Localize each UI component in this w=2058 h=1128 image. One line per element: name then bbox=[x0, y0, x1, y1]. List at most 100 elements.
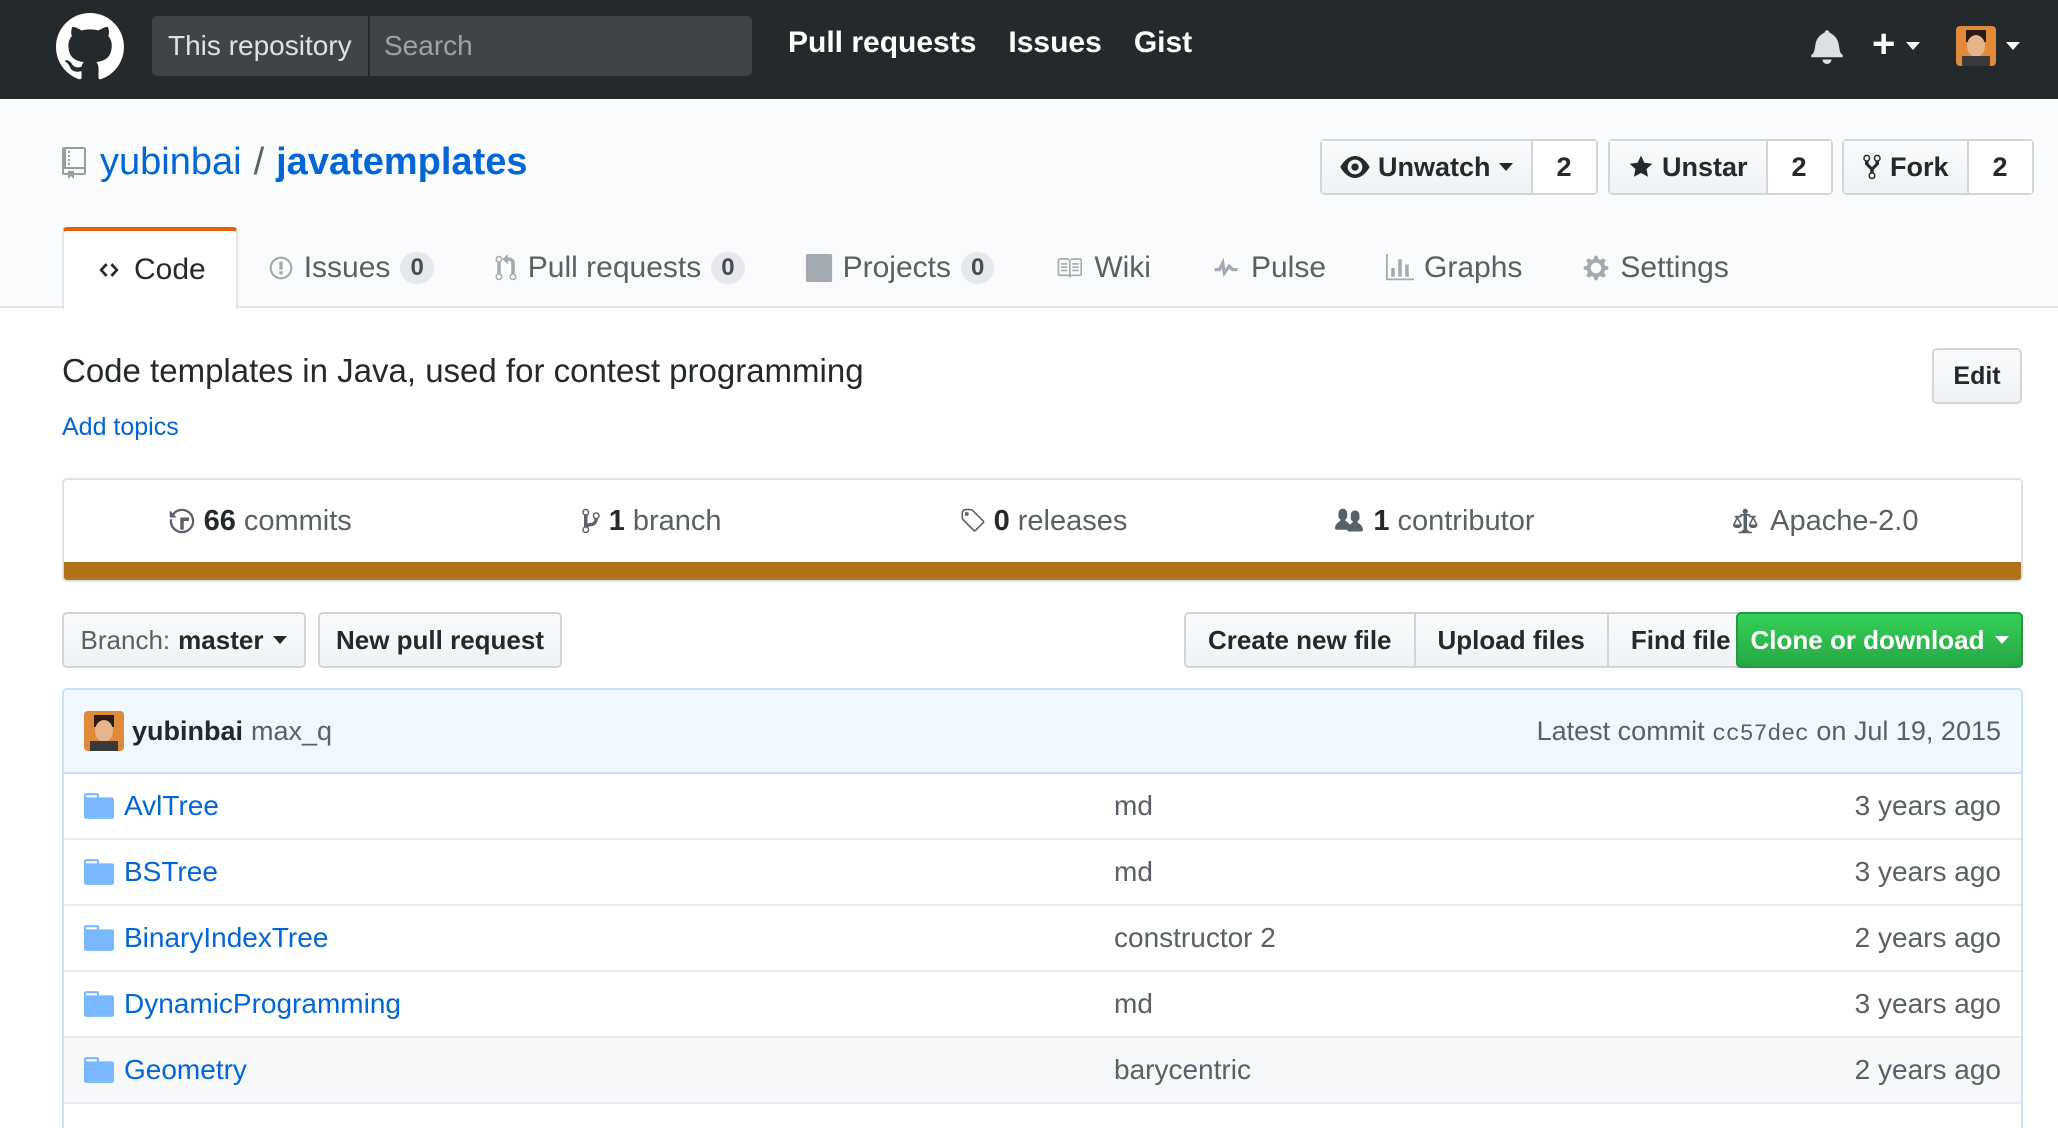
tab-projects-label: Projects bbox=[842, 251, 951, 284]
avatar-face-icon bbox=[1956, 26, 1996, 66]
releases-link[interactable]: 0 releases bbox=[847, 505, 1238, 538]
file-age: 3 years ago bbox=[1854, 988, 2001, 1019]
fork-button[interactable]: Fork bbox=[1844, 141, 1969, 193]
folder-icon bbox=[84, 793, 114, 819]
contributors-link[interactable]: 1 contributor bbox=[1238, 505, 1629, 538]
watch-group: Unwatch 2 bbox=[1320, 139, 1598, 195]
commit-message-link[interactable]: max_q bbox=[251, 716, 332, 747]
git-pull-request-icon bbox=[495, 254, 517, 281]
plus-caret-icon[interactable] bbox=[1906, 42, 1920, 50]
file-commit-message[interactable]: md bbox=[1114, 856, 1855, 888]
create-new-file-button[interactable]: Create new file bbox=[1186, 614, 1416, 666]
tab-issues-label: Issues bbox=[303, 251, 391, 284]
tab-graphs-label: Graphs bbox=[1424, 251, 1523, 284]
commit-tease: yubinbai max_q Latest commit cc57dec on … bbox=[64, 690, 2021, 774]
tab-settings[interactable]: Settings bbox=[1552, 227, 1758, 309]
branch-caret-icon bbox=[273, 636, 288, 644]
tab-pull-requests-label: Pull requests bbox=[527, 251, 702, 284]
tab-pulse[interactable]: Pulse bbox=[1181, 227, 1356, 309]
file-name-link[interactable]: Geometry bbox=[124, 1054, 1114, 1086]
file-age: 3 years ago bbox=[1854, 790, 2001, 821]
commits-label: commits bbox=[243, 504, 352, 537]
tab-wiki[interactable]: Wiki bbox=[1024, 227, 1181, 309]
file-commit-message[interactable]: md bbox=[1114, 790, 1855, 822]
file-name-link[interactable]: BSTree bbox=[124, 856, 1114, 888]
tab-issues[interactable]: Issues 0 bbox=[238, 227, 464, 309]
file-row: DynamicProgramming md 3 years ago bbox=[64, 972, 2021, 1038]
contributor-label: contributor bbox=[1397, 504, 1535, 537]
unstar-button[interactable]: Unstar bbox=[1610, 141, 1768, 193]
clone-or-download-button[interactable]: Clone or download bbox=[1736, 612, 2023, 668]
contributor-count: 1 bbox=[1373, 504, 1390, 537]
commits-link[interactable]: 66 commits bbox=[64, 505, 455, 538]
star-icon bbox=[1629, 155, 1653, 177]
project-icon bbox=[805, 254, 832, 282]
file-name-link[interactable]: BinaryIndexTree bbox=[124, 922, 1114, 954]
user-avatar[interactable] bbox=[1956, 26, 1996, 66]
tab-code[interactable]: Code bbox=[62, 227, 238, 309]
avatar-caret-icon[interactable] bbox=[2006, 42, 2020, 50]
projects-counter: 0 bbox=[960, 252, 995, 284]
license-link[interactable]: Apache-2.0 bbox=[1630, 505, 2021, 538]
file-name-link[interactable]: AvlTree bbox=[124, 790, 1114, 822]
file-commit-message[interactable]: constructor 2 bbox=[1114, 922, 1855, 954]
unwatch-button[interactable]: Unwatch bbox=[1322, 141, 1533, 193]
book-icon bbox=[1057, 258, 1083, 278]
commit-sha-link[interactable]: cc57dec bbox=[1712, 721, 1809, 747]
latest-commit-label: Latest commit bbox=[1536, 715, 1705, 746]
latest-commit-info: Latest commit cc57dec on Jul 19, 2015 bbox=[1537, 716, 2001, 747]
repo-title: yubinbai / javatemplates bbox=[62, 141, 528, 184]
branch-select-value: master bbox=[178, 624, 264, 655]
tag-icon bbox=[961, 508, 985, 532]
branch-count: 1 bbox=[608, 504, 625, 537]
file-commit-message[interactable]: barycentric bbox=[1114, 1054, 1855, 1086]
header-nav-gist[interactable]: Gist bbox=[1134, 26, 1192, 60]
search-box: This repository bbox=[152, 16, 752, 76]
star-group: Unstar 2 bbox=[1608, 139, 1833, 195]
releases-label: releases bbox=[1017, 504, 1128, 537]
commit-author-avatar[interactable] bbox=[84, 711, 124, 751]
code-icon bbox=[99, 263, 119, 277]
clone-or-download-label: Clone or download bbox=[1750, 624, 1985, 655]
fork-count[interactable]: 2 bbox=[1968, 141, 2032, 193]
tab-projects[interactable]: Projects 0 bbox=[775, 227, 1025, 309]
tab-pull-requests[interactable]: Pull requests 0 bbox=[464, 227, 775, 309]
fork-group: Fork 2 bbox=[1842, 139, 2034, 195]
branch-select-button[interactable]: Branch: master bbox=[62, 612, 306, 668]
tab-settings-label: Settings bbox=[1620, 251, 1729, 284]
tab-graphs[interactable]: Graphs bbox=[1356, 227, 1552, 309]
repo-name-link[interactable]: javatemplates bbox=[276, 141, 527, 184]
file-commit-message[interactable]: md bbox=[1114, 988, 1855, 1020]
repo-path-separator: / bbox=[253, 141, 265, 183]
commit-author-link[interactable]: yubinbai bbox=[132, 716, 243, 747]
unstar-label: Unstar bbox=[1662, 151, 1748, 182]
watch-count[interactable]: 2 bbox=[1532, 141, 1596, 193]
watch-caret-icon bbox=[1498, 163, 1513, 171]
bell-icon[interactable] bbox=[1810, 28, 1844, 64]
folder-icon bbox=[84, 991, 114, 1017]
add-topics-link[interactable]: Add topics bbox=[62, 413, 179, 442]
branches-link[interactable]: 1 branch bbox=[455, 505, 846, 538]
issues-counter: 0 bbox=[400, 252, 434, 284]
gear-icon bbox=[1584, 255, 1609, 281]
header-nav-pull-requests[interactable]: Pull requests bbox=[788, 26, 976, 60]
star-count[interactable]: 2 bbox=[1767, 141, 1831, 193]
github-logo-icon[interactable] bbox=[56, 13, 124, 81]
edit-description-button[interactable]: Edit bbox=[1932, 348, 2022, 404]
file-row: Geometry barycentric 2 years ago bbox=[64, 1038, 2021, 1104]
language-bar[interactable] bbox=[64, 562, 2021, 580]
upload-files-button[interactable]: Upload files bbox=[1416, 614, 1609, 666]
file-row: BinaryIndexTree constructor 2 2 years ag… bbox=[64, 906, 2021, 972]
search-input[interactable] bbox=[370, 16, 752, 76]
new-pull-request-button[interactable]: New pull request bbox=[318, 612, 562, 668]
repo-owner-link[interactable]: yubinbai bbox=[100, 141, 242, 184]
new-menu-plus-icon[interactable]: + bbox=[1872, 22, 1895, 67]
repo-icon bbox=[62, 146, 86, 179]
history-icon bbox=[169, 508, 194, 534]
header-nav-issues[interactable]: Issues bbox=[1008, 26, 1101, 60]
fork-label: Fork bbox=[1890, 151, 1949, 182]
file-name-link[interactable]: DynamicProgramming bbox=[124, 988, 1114, 1020]
find-file-button[interactable]: Find file bbox=[1609, 614, 1753, 666]
tab-wiki-label: Wiki bbox=[1094, 251, 1151, 284]
folder-icon bbox=[84, 859, 114, 885]
